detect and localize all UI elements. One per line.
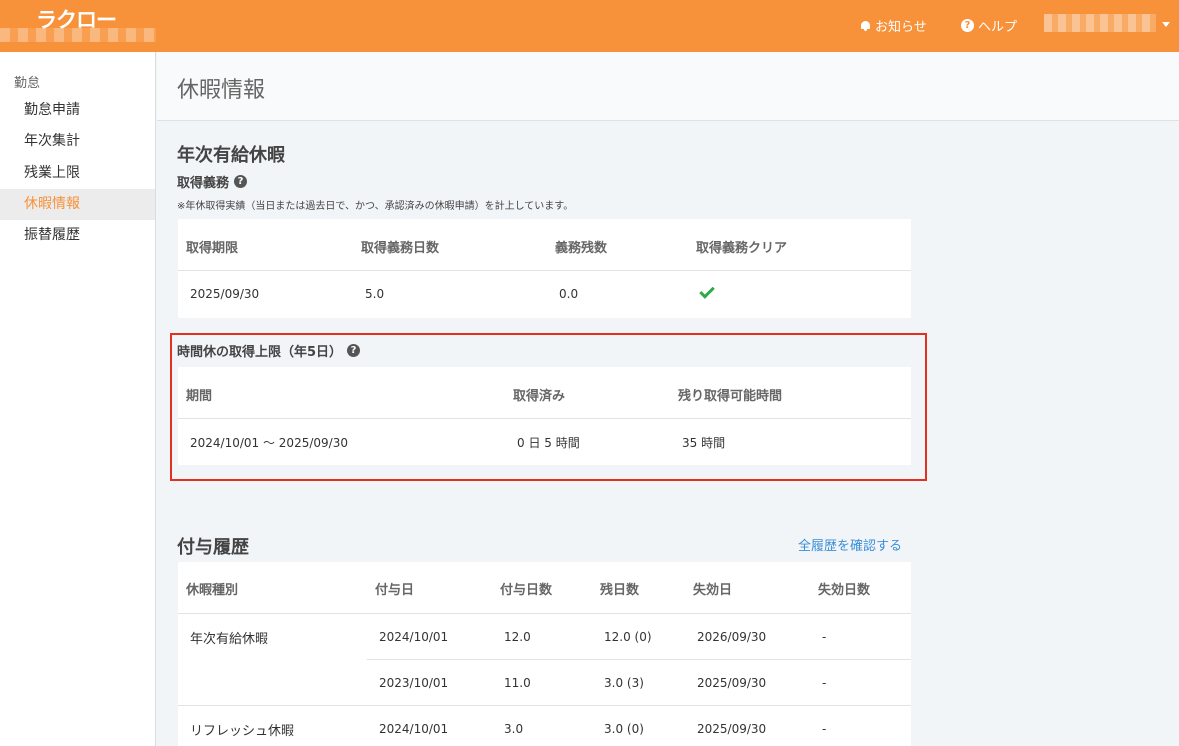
obligation-title: 取得義務 (177, 176, 230, 191)
help-link[interactable]: ? ヘルプ (961, 16, 1017, 35)
cell-deadline: 2025/09/30 (190, 287, 260, 301)
obligation-note: ※年休取得実績（当日または過去日で、かつ、承認済みの休暇申請）を計上しています。 (177, 201, 574, 212)
cell-leave-type: 年次有給休暇 (190, 632, 269, 647)
col-expiry-date: 失効日 (693, 583, 733, 598)
col-remaining-hours: 残り取得可能時間 (678, 389, 783, 404)
col-obligation-days: 取得義務日数 (361, 241, 440, 256)
cell-remaining-hours: 35 時間 (682, 436, 726, 450)
cell-remaining-days: 3.0 (3) (604, 676, 644, 690)
caret-down-icon[interactable] (1162, 22, 1170, 27)
col-leave-type: 休暇種別 (186, 583, 239, 598)
hourly-table: 期間 取得済み 残り取得可能時間 2024/10/01 〜 2025/09/30… (178, 367, 911, 465)
divider (178, 705, 911, 706)
divider (367, 659, 911, 660)
cell-expiry-days: - (822, 630, 827, 644)
sidebar-item-leave-info[interactable]: 休暇情報 (0, 189, 155, 220)
divider (178, 270, 911, 271)
top-header: ラクロー お知らせ ? ヘルプ (0, 0, 1179, 52)
cell-grant-date: 2023/10/01 (379, 676, 449, 690)
sidebar-section-attendance: 勤怠 (14, 76, 41, 91)
cell-expiry-days: - (822, 722, 827, 736)
annual-leave-title: 年次有給休暇 (177, 145, 285, 166)
view-all-history-link[interactable]: 全履歴を確認する (798, 535, 902, 554)
cell-expiry-days: - (822, 676, 827, 690)
company-name-redacted (0, 28, 156, 42)
cell-grant-date: 2024/10/01 (379, 722, 449, 736)
cell-obligation-remaining: 0.0 (559, 287, 579, 301)
cell-period: 2024/10/01 〜 2025/09/30 (190, 436, 348, 450)
obligation-table: 取得期限 取得義務日数 義務残数 取得義務クリア 2025/09/30 5.0 … (178, 219, 911, 318)
notice-link[interactable]: お知らせ (860, 16, 927, 35)
cell-expiry-date: 2026/09/30 (697, 630, 767, 644)
col-grant-date: 付与日 (375, 583, 415, 598)
cell-remaining-days: 3.0 (0) (604, 722, 644, 736)
page-title: 休暇情報 (177, 78, 266, 103)
sidebar-item-attendance-request[interactable]: 勤怠申請 (0, 95, 155, 126)
cell-expiry-date: 2025/09/30 (697, 676, 767, 690)
cell-leave-type: リフレッシュ休暇 (190, 724, 295, 739)
cell-grant-days: 3.0 (504, 722, 524, 736)
bell-icon (860, 20, 871, 32)
page-header: 休暇情報 (157, 52, 1179, 121)
col-remaining-days: 残日数 (600, 583, 640, 598)
col-obligation-clear: 取得義務クリア (696, 241, 788, 256)
col-taken: 取得済み (513, 389, 566, 404)
cell-grant-days: 12.0 (504, 630, 531, 644)
col-period: 期間 (186, 389, 213, 404)
question-circle-icon[interactable]: ? (234, 175, 248, 188)
cell-obligation-days: 5.0 (365, 287, 385, 301)
sidebar-item-substitute-history[interactable]: 振替履歴 (0, 220, 155, 251)
question-circle-icon[interactable]: ? (347, 344, 361, 357)
obligation-title-row: 取得義務 ? (177, 172, 248, 191)
cell-remaining-days: 12.0 (0) (604, 630, 652, 644)
notice-label: お知らせ (875, 20, 927, 35)
help-label: ヘルプ (978, 20, 1018, 35)
cell-taken: 0 日 5 時間 (517, 436, 580, 450)
divider (178, 418, 911, 419)
hourly-title-row: 時間休の取得上限（年5日） ? (177, 341, 361, 360)
col-expiry-days: 失効日数 (818, 583, 871, 598)
grant-history-title: 付与履歴 (177, 537, 249, 558)
sidebar-item-overtime-limit[interactable]: 残業上限 (0, 158, 155, 189)
col-obligation-remaining: 義務残数 (555, 241, 608, 256)
question-circle-icon: ? (961, 19, 974, 32)
cell-grant-date: 2024/10/01 (379, 630, 449, 644)
sidebar: 勤怠 勤怠申請 年次集計 残業上限 休暇情報 振替履歴 (0, 52, 156, 746)
grant-history-table: 休暇種別 付与日 付与日数 残日数 失効日 失効日数 年次有給休暇 2024/1… (178, 562, 911, 746)
cell-grant-days: 11.0 (504, 676, 531, 690)
sidebar-item-annual-summary[interactable]: 年次集計 (0, 126, 155, 157)
user-menu-redacted[interactable] (1044, 14, 1156, 32)
divider (178, 613, 911, 614)
check-icon (699, 283, 715, 299)
cell-expiry-date: 2025/09/30 (697, 722, 767, 736)
col-deadline: 取得期限 (186, 241, 239, 256)
col-grant-days: 付与日数 (500, 583, 553, 598)
hourly-title: 時間休の取得上限（年5日） (177, 345, 343, 360)
